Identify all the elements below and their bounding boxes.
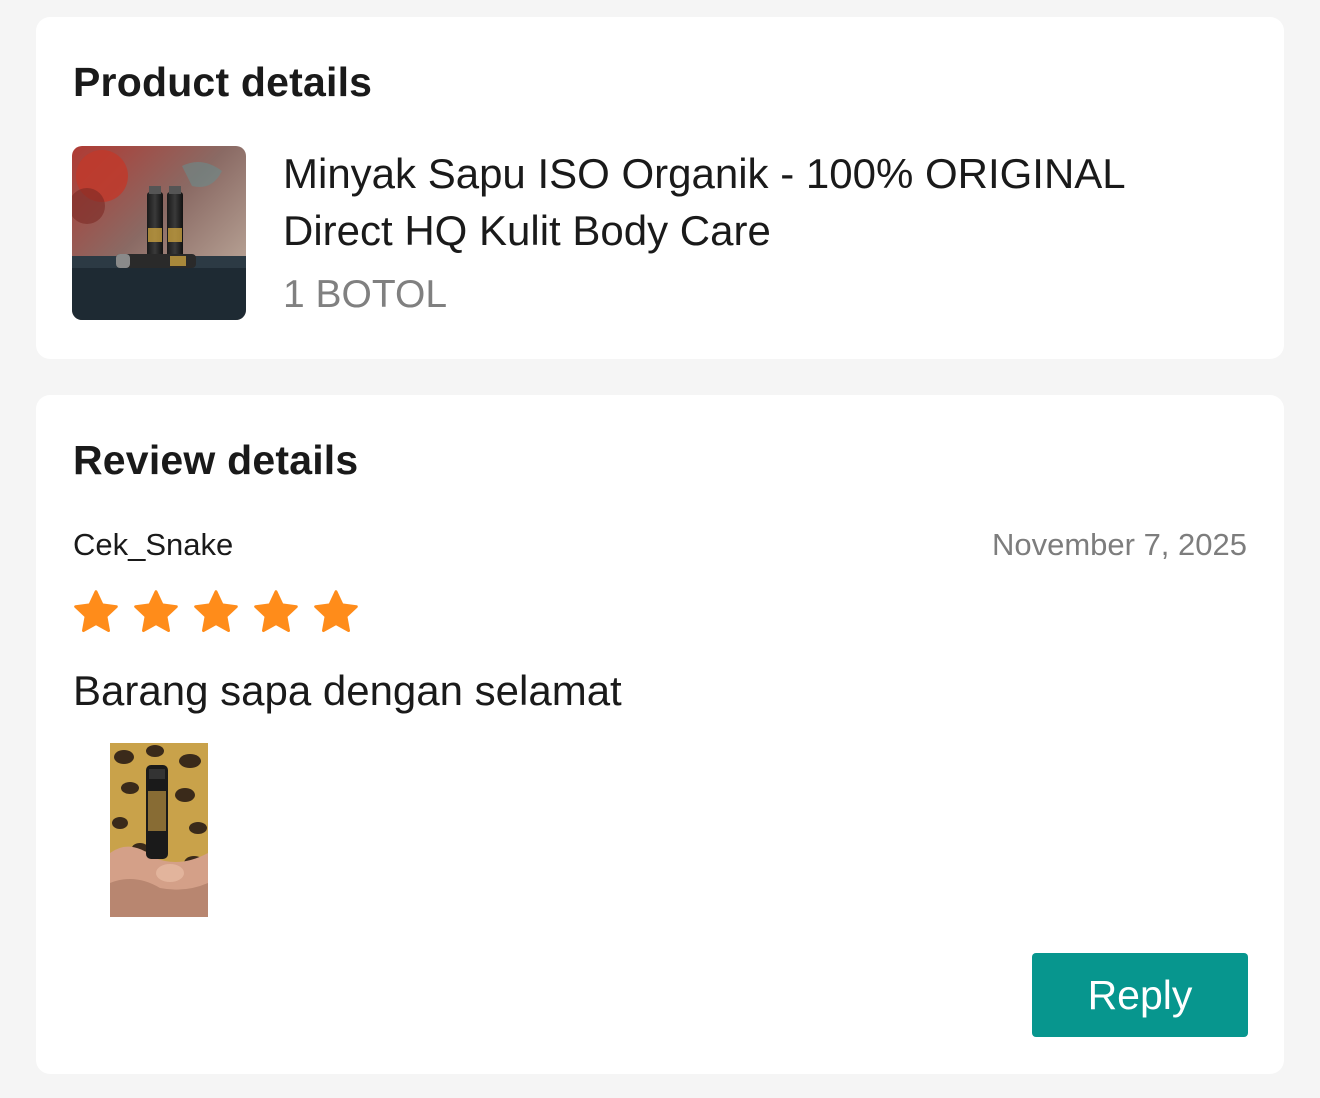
reply-button[interactable]: Reply	[1032, 953, 1248, 1037]
review-photo[interactable]	[110, 743, 208, 917]
star-icon	[74, 590, 118, 632]
review-date: November 7, 2025	[991, 527, 1247, 562]
star-icon	[134, 590, 178, 632]
reviewer-name: Cek_Snake	[73, 527, 234, 562]
product-details-title: Product details	[73, 59, 373, 105]
star-icon	[314, 590, 358, 632]
review-details-title: Review details	[73, 437, 359, 483]
review-details-card: Review details Cek_Snake November 7, 202…	[36, 395, 1284, 1074]
product-image[interactable]	[72, 146, 246, 320]
star-rating	[72, 588, 360, 636]
product-variant: 1 BOTOL	[283, 273, 448, 316]
product-info: Minyak Sapu ISO Organik - 100% ORIGINAL …	[283, 145, 1243, 317]
star-icon	[194, 590, 238, 632]
product-name[interactable]: Minyak Sapu ISO Organik - 100% ORIGINAL …	[283, 145, 1243, 259]
review-text: Barang sapa dengan selamat	[73, 667, 622, 714]
star-icon	[254, 590, 298, 632]
product-details-card: Product details Minyak Sapu ISO Organik …	[36, 17, 1284, 359]
